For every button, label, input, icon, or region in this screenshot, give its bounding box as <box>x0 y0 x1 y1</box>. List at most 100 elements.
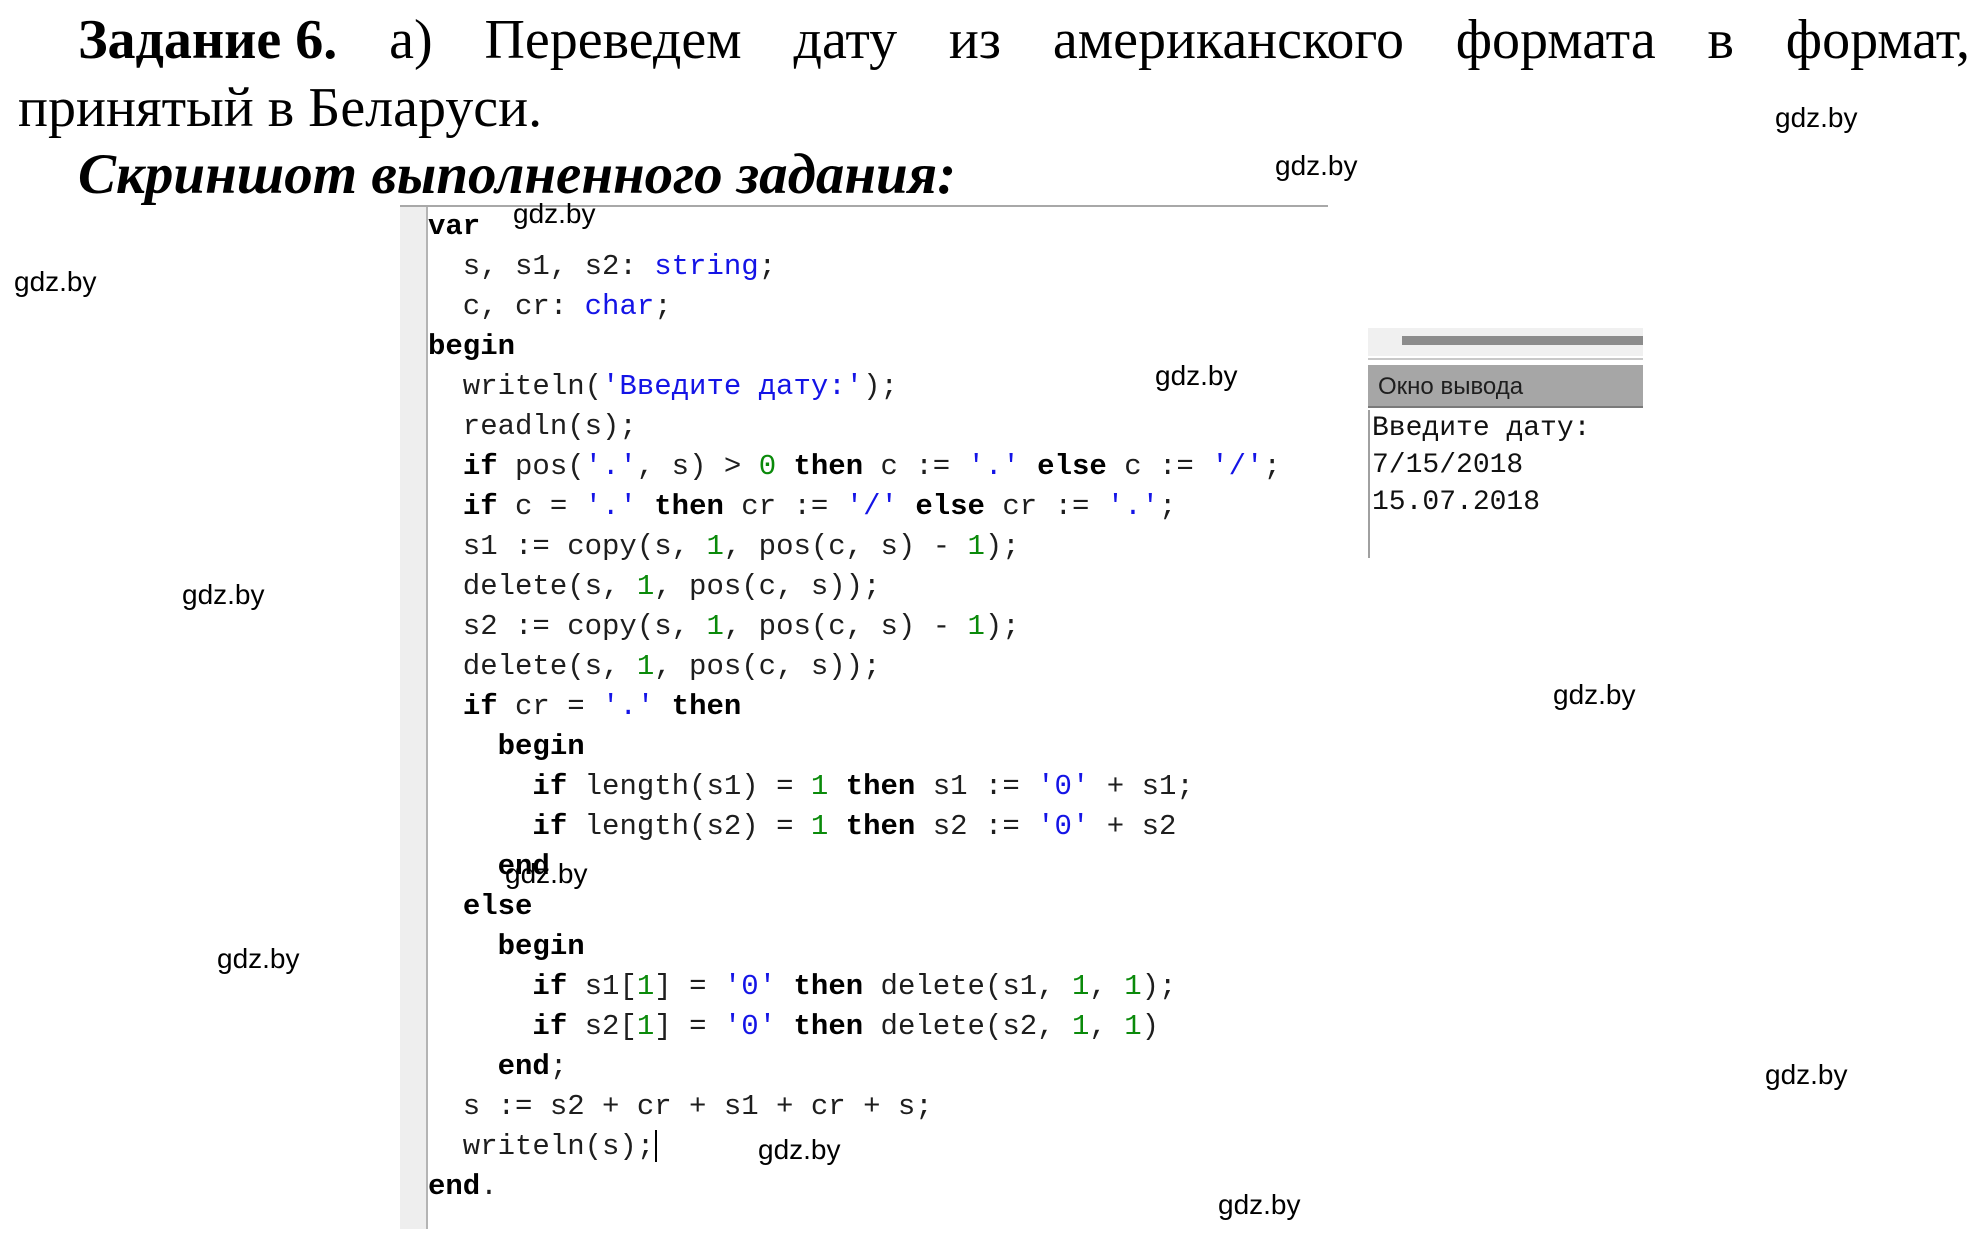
code-line: writeln(s); <box>428 1127 1281 1167</box>
string-literal: '.' <box>1106 490 1160 523</box>
task-heading-line-2: принятый в Беларуси. <box>18 77 543 139</box>
code-token: ); <box>984 530 1020 563</box>
code-line: else <box>428 887 1281 927</box>
number-literal: 1 <box>706 610 724 643</box>
heading-word: формата <box>1455 9 1656 71</box>
code-token: s, s1, s2: <box>428 250 655 283</box>
watermark: gdz.by <box>1775 102 1858 133</box>
heading-word: из <box>948 9 1002 71</box>
code-token: ; <box>758 250 777 283</box>
watermark: gdz.by <box>505 858 588 889</box>
number-literal: 1 <box>636 570 655 603</box>
code-token: delete(s1, <box>863 970 1072 1003</box>
code-token: s1[ <box>567 970 637 1003</box>
watermark: gdz.by <box>1218 1189 1301 1220</box>
keyword: then <box>671 690 742 723</box>
keyword: then <box>793 450 864 483</box>
watermark: gdz.by <box>513 198 596 229</box>
code-token: , pos(c, s) - <box>723 530 968 563</box>
output-toolbar-strip <box>1368 328 1643 356</box>
number-literal: 0 <box>758 450 777 483</box>
watermark: gdz.by <box>182 579 265 610</box>
code-token: , pos(c, s)); <box>654 570 881 603</box>
code-token: , s) > <box>636 450 759 483</box>
string-literal: 'Введите дату:' <box>602 370 864 403</box>
output-window-title: Окно вывода <box>1368 365 1643 408</box>
code-line: if length(s1) = 1 then s1 := '0' + s1; <box>428 767 1281 807</box>
number-literal: 1 <box>967 530 985 563</box>
code-token: , <box>1089 1010 1125 1043</box>
number-literal: 1 <box>636 1010 655 1043</box>
string-literal: '.' <box>584 450 637 483</box>
watermark: gdz.by <box>1765 1059 1848 1090</box>
heading-word: Переведем <box>484 9 742 71</box>
code-token: cr := <box>984 490 1107 523</box>
code-token: s1 := <box>915 770 1038 803</box>
string-literal: '.' <box>602 690 655 723</box>
code-token: ; <box>1159 490 1177 523</box>
code-token: c := <box>1106 450 1212 483</box>
horizontal-scrollbar[interactable] <box>1402 336 1643 345</box>
keyword: end <box>428 1170 481 1203</box>
keyword: if <box>462 490 498 523</box>
code-editor[interactable]: var s, s1, s2: string; c, cr: char; begin… <box>400 205 1328 1229</box>
text-cursor <box>655 1130 658 1163</box>
type-name: char <box>584 290 655 323</box>
code-token: writeln(s); <box>428 1130 655 1163</box>
code-line: s1 := copy(s, 1, pos(c, s) - 1); <box>428 527 1281 567</box>
code-text[interactable]: var s, s1, s2: string; c, cr: char; begin… <box>428 207 1281 1207</box>
splitter-divider[interactable] <box>1368 358 1643 360</box>
task-heading-line-1: Задание 6. а) Переведем дату из американ… <box>78 12 1970 68</box>
heading-word: дату <box>793 9 898 71</box>
output-window: Окно вывода Введите дату: 7/15/2018 15.0… <box>1368 328 1645 558</box>
code-line: s, s1, s2: string; <box>428 247 1281 287</box>
string-literal: '0' <box>1037 810 1090 843</box>
code-line: if c = '.' then cr := '/' else cr := '.'… <box>428 487 1281 527</box>
code-line: begin <box>428 727 1281 767</box>
string-literal: '0' <box>723 970 777 1003</box>
code-token: s2 := copy(s, <box>428 610 707 643</box>
code-line: writeln('Введите дату:'); <box>428 367 1281 407</box>
code-token: ] = <box>654 1010 724 1043</box>
heading-word: а) <box>389 9 433 71</box>
keyword: begin <box>428 330 516 363</box>
code-token: , pos(c, s)); <box>654 650 881 683</box>
code-token: ); <box>863 370 898 403</box>
number-literal: 1 <box>810 770 829 803</box>
type-name: string <box>654 250 759 283</box>
keyword: if <box>532 1010 568 1043</box>
watermark: gdz.by <box>1553 679 1636 710</box>
number-literal: 1 <box>1071 970 1090 1003</box>
heading-word: американского <box>1052 9 1404 71</box>
code-token: ; <box>654 290 672 323</box>
code-token: length(s1) = <box>567 770 811 803</box>
keyword: end <box>497 1050 550 1083</box>
code-token: s2 := <box>915 810 1038 843</box>
watermark: gdz.by <box>14 266 97 297</box>
number-literal: 1 <box>706 530 724 563</box>
keyword: then <box>793 970 864 1003</box>
code-line: delete(s, 1, pos(c, s)); <box>428 647 1281 687</box>
string-literal: '.' <box>967 450 1020 483</box>
code-line: begin <box>428 327 1281 367</box>
code-token: cr = <box>497 690 603 723</box>
code-line: end; <box>428 1047 1281 1087</box>
keyword: else <box>915 490 985 523</box>
code-token: s := s2 + cr + s1 + cr + s; <box>428 1090 933 1123</box>
code-line: if pos('.', s) > 0 then c := '.' else c … <box>428 447 1281 487</box>
number-literal: 1 <box>1124 1010 1142 1043</box>
